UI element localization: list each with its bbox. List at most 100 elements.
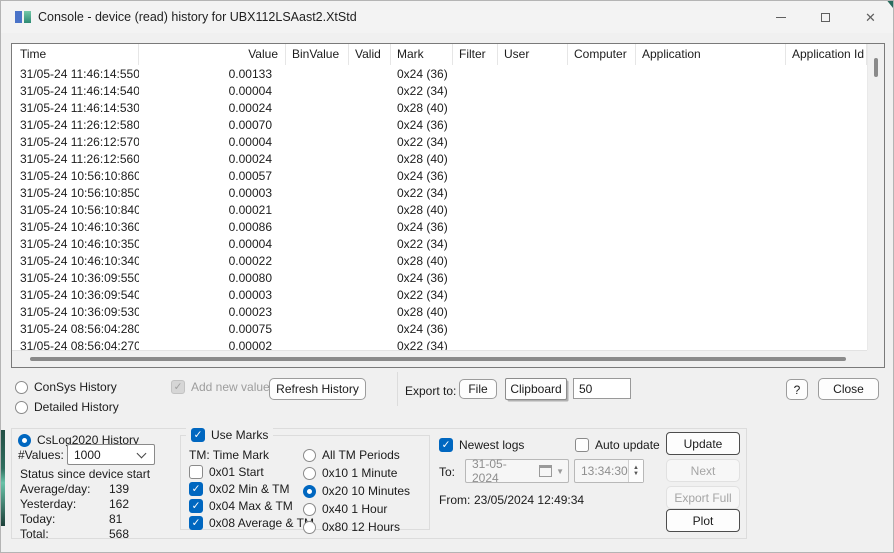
cell-computer bbox=[568, 167, 636, 184]
cell-application bbox=[636, 303, 786, 320]
console-app-icon bbox=[15, 9, 31, 25]
cell-application bbox=[636, 167, 786, 184]
cell-time: 31/05-24 10:56:10:840 bbox=[12, 201, 139, 218]
table-header[interactable]: TimeValueBinValueValidMarkFilterUserComp… bbox=[12, 44, 867, 65]
from-value: 23/05/2024 12:49:34 bbox=[474, 493, 584, 507]
stat-row: Today: 81 bbox=[20, 512, 150, 527]
table-row[interactable]: 31/05-24 11:46:14:540 0.00004 0x22 (34) bbox=[12, 82, 867, 99]
radio-icon bbox=[15, 381, 28, 394]
table-body: 31/05-24 11:46:14:550 0.00133 0x24 (36) … bbox=[12, 65, 884, 350]
maximize-button[interactable] bbox=[803, 1, 848, 33]
cell-valid bbox=[349, 337, 391, 350]
cell-user bbox=[498, 235, 568, 252]
mark-flag-checkbox[interactable]: 0x02 Min & TM bbox=[189, 482, 314, 496]
cell-binvalue bbox=[286, 303, 349, 320]
table-row[interactable]: 31/05-24 10:36:09:530 0.00023 0x28 (40) bbox=[12, 303, 867, 320]
cell-application-id bbox=[786, 82, 867, 99]
export-count-input[interactable] bbox=[573, 378, 631, 399]
detailed-history-radio[interactable]: Detailed History bbox=[15, 400, 119, 414]
export-full-button: Export Full bbox=[666, 486, 740, 509]
update-button[interactable]: Update bbox=[666, 432, 740, 455]
tm-period-radio[interactable]: 0x80 12 Hours bbox=[303, 520, 410, 534]
mark-flag-label: 0x01 Start bbox=[209, 465, 264, 479]
table-row[interactable]: 31/05-24 10:46:10:350 0.00004 0x22 (34) bbox=[12, 235, 867, 252]
cell-application bbox=[636, 235, 786, 252]
cell-value: 0.00021 bbox=[139, 201, 286, 218]
cell-time: 31/05-24 10:36:09:530 bbox=[12, 303, 139, 320]
cell-value: 0.00022 bbox=[139, 252, 286, 269]
cell-application-id bbox=[786, 269, 867, 286]
table-row[interactable]: 31/05-24 10:46:10:340 0.00022 0x28 (40) bbox=[12, 252, 867, 269]
cell-valid bbox=[349, 167, 391, 184]
mark-flag-checkbox[interactable]: 0x04 Max & TM bbox=[189, 499, 314, 513]
use-marks-checkbox[interactable]: Use Marks bbox=[186, 428, 273, 442]
table-row[interactable]: 31/05-24 11:26:12:570 0.00004 0x22 (34) bbox=[12, 133, 867, 150]
vertical-scrollbar[interactable] bbox=[867, 44, 884, 350]
newest-logs-checkbox[interactable]: Newest logs bbox=[439, 438, 524, 452]
values-dropdown[interactable]: 1000 bbox=[67, 444, 155, 465]
table-row[interactable]: 31/05-24 10:56:10:860 0.00057 0x24 (36) bbox=[12, 167, 867, 184]
detailed-history-label: Detailed History bbox=[34, 400, 119, 414]
time-spinner[interactable]: ▲ ▼ bbox=[628, 460, 643, 482]
cell-binvalue bbox=[286, 286, 349, 303]
cell-time: 31/05-24 10:46:10:340 bbox=[12, 252, 139, 269]
table-row[interactable]: 31/05-24 11:26:12:580 0.00070 0x24 (36) bbox=[12, 116, 867, 133]
checkbox-icon bbox=[189, 516, 203, 530]
consys-history-radio[interactable]: ConSys History bbox=[15, 380, 117, 394]
column-header: Application bbox=[636, 44, 786, 65]
cell-application-id bbox=[786, 65, 867, 82]
cell-mark: 0x22 (34) bbox=[391, 133, 453, 150]
export-clipboard-button[interactable]: Clipboard bbox=[505, 378, 567, 400]
cell-valid bbox=[349, 218, 391, 235]
table-row[interactable]: 31/05-24 11:26:12:560 0.00024 0x28 (40) bbox=[12, 150, 867, 167]
mark-flag-checkbox[interactable]: 0x08 Average & TM bbox=[189, 516, 314, 530]
close-button[interactable]: Close bbox=[818, 378, 879, 400]
table-row[interactable]: 31/05-24 08:56:04:280 0.00075 0x24 (36) bbox=[12, 320, 867, 337]
mark-flag-checkbox[interactable]: 0x01 Start bbox=[189, 465, 314, 479]
tm-period-radio[interactable]: All TM Periods bbox=[303, 448, 410, 462]
export-file-button[interactable]: File bbox=[459, 379, 497, 399]
status-title: Status since device start bbox=[20, 467, 150, 482]
cell-value: 0.00133 bbox=[139, 65, 286, 82]
tm-period-label: All TM Periods bbox=[322, 448, 400, 462]
cell-value: 0.00004 bbox=[139, 235, 286, 252]
table-row[interactable]: 31/05-24 10:46:10:360 0.00086 0x24 (36) bbox=[12, 218, 867, 235]
table-row[interactable]: 31/05-24 10:56:10:850 0.00003 0x22 (34) bbox=[12, 184, 867, 201]
cell-valid bbox=[349, 235, 391, 252]
tm-period-radio[interactable]: 0x40 1 Hour bbox=[303, 502, 410, 516]
cell-application bbox=[636, 116, 786, 133]
table-row[interactable]: 31/05-24 10:36:09:550 0.00080 0x24 (36) bbox=[12, 269, 867, 286]
table-row[interactable]: 31/05-24 10:56:10:840 0.00021 0x28 (40) bbox=[12, 201, 867, 218]
cell-time: 31/05-24 10:56:10:850 bbox=[12, 184, 139, 201]
cell-computer bbox=[568, 269, 636, 286]
auto-update-checkbox[interactable]: Auto update bbox=[575, 438, 660, 452]
radio-icon bbox=[18, 434, 31, 447]
cell-application bbox=[636, 184, 786, 201]
table-row[interactable]: 31/05-24 10:36:09:540 0.00003 0x22 (34) bbox=[12, 286, 867, 303]
table-row[interactable]: 31/05-24 11:46:14:530 0.00024 0x28 (40) bbox=[12, 99, 867, 116]
plot-button[interactable]: Plot bbox=[666, 509, 740, 532]
table-row[interactable]: 31/05-24 08:56:04:270 0.00002 0x22 (34) bbox=[12, 337, 867, 350]
cell-application bbox=[636, 252, 786, 269]
stat-value: 162 bbox=[109, 497, 129, 512]
tm-period-radio[interactable]: 0x10 1 Minute bbox=[303, 466, 410, 480]
horizontal-scrollbar-thumb[interactable] bbox=[30, 357, 846, 361]
vertical-scrollbar-thumb[interactable] bbox=[874, 58, 878, 77]
horizontal-scrollbar[interactable] bbox=[12, 350, 867, 367]
minimize-button[interactable] bbox=[758, 1, 803, 33]
cell-time: 31/05-24 08:56:04:280 bbox=[12, 320, 139, 337]
cell-computer bbox=[568, 116, 636, 133]
help-button[interactable]: ? bbox=[786, 379, 808, 400]
cell-application-id bbox=[786, 167, 867, 184]
cell-application bbox=[636, 337, 786, 350]
refresh-history-button[interactable]: Refresh History bbox=[269, 378, 366, 400]
cell-value: 0.00023 bbox=[139, 303, 286, 320]
column-header: Computer bbox=[568, 44, 636, 65]
checkbox-icon bbox=[575, 438, 589, 452]
close-window-button[interactable]: ✕ bbox=[848, 1, 893, 33]
tm-period-radio[interactable]: 0x20 10 Minutes bbox=[303, 484, 410, 498]
tm-period-label: 0x20 10 Minutes bbox=[322, 484, 410, 498]
cell-filter bbox=[453, 184, 498, 201]
table-row[interactable]: 31/05-24 11:46:14:550 0.00133 0x24 (36) bbox=[12, 65, 867, 82]
cell-time: 31/05-24 11:26:12:560 bbox=[12, 150, 139, 167]
